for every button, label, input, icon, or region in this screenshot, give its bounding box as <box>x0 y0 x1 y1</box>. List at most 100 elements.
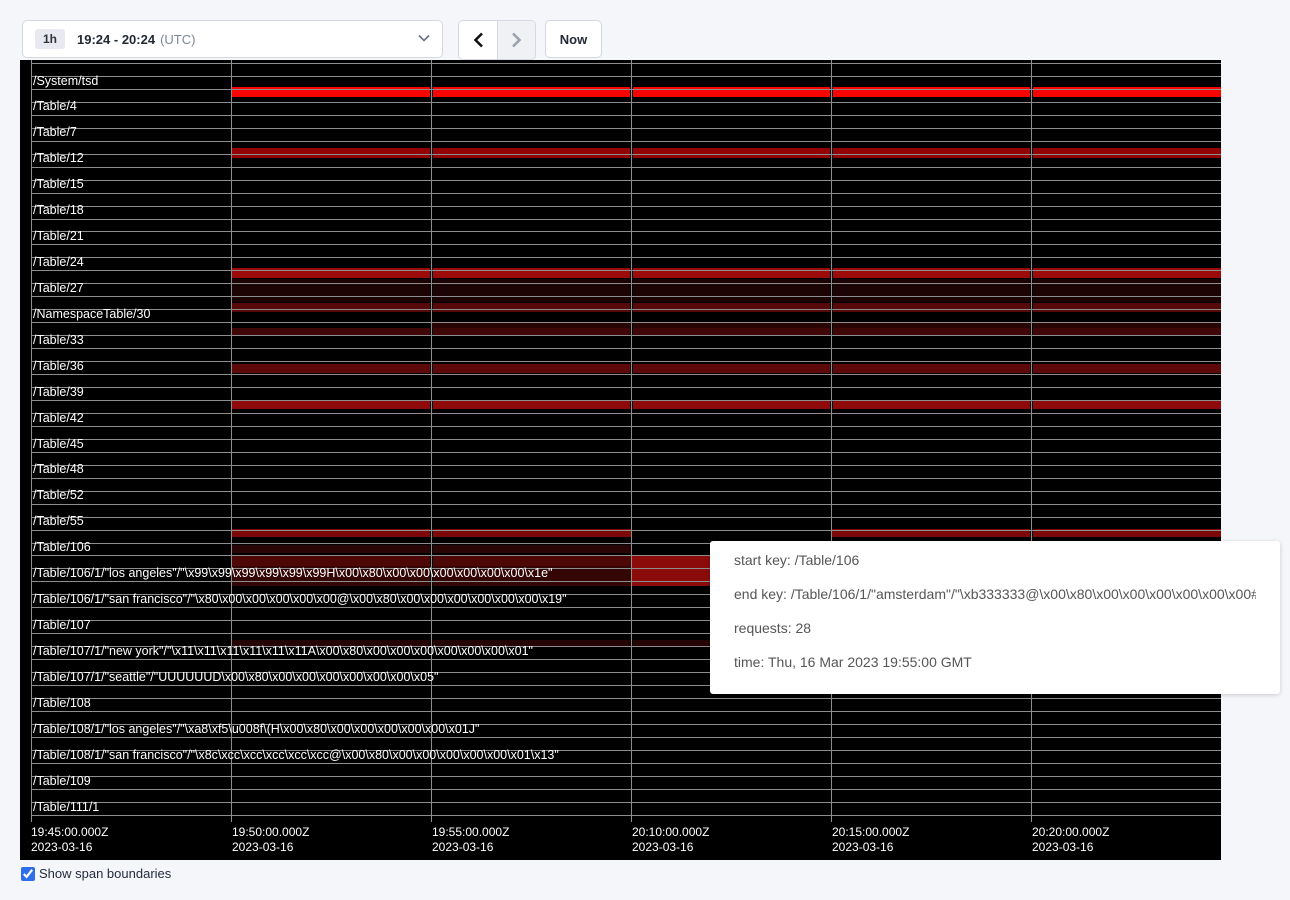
heat-band[interactable] <box>633 401 830 409</box>
heat-band[interactable] <box>433 545 632 553</box>
span-tooltip: start key: /Table/106 end key: /Table/10… <box>710 541 1280 694</box>
span-boundary-line <box>31 283 1221 284</box>
span-row-label: /Table/42 <box>33 411 84 425</box>
span-row-label: /Table/106/1/"san francisco"/"\x80\x00\x… <box>33 592 567 606</box>
span-boundary-line <box>31 361 1221 362</box>
span-boundary-line <box>31 763 1221 764</box>
heat-band[interactable] <box>231 556 430 566</box>
span-row-label: /Table/108 <box>33 696 91 710</box>
span-row-label: /Table/48 <box>33 462 84 476</box>
span-row-label: /Table/108/1/"san francisco"/"\x8c\xcc\x… <box>33 748 559 762</box>
heat-band[interactable] <box>833 401 1030 409</box>
time-axis-label: 19:45:00.000Z2023-03-16 <box>31 825 108 855</box>
time-nav-group <box>458 20 536 60</box>
span-row-label: /Table/107 <box>33 618 91 632</box>
now-button[interactable]: Now <box>545 20 602 58</box>
time-axis-label: 19:55:00.000Z2023-03-16 <box>432 825 509 855</box>
span-boundary-line <box>31 802 1221 803</box>
span-row-label: /Table/15 <box>33 177 84 191</box>
span-row-label: /NamespaceTable/30 <box>33 307 150 321</box>
heat-band[interactable] <box>833 303 1030 312</box>
span-boundary-line <box>31 89 1221 90</box>
next-time-button[interactable] <box>497 21 535 59</box>
span-boundary-line <box>31 517 1221 518</box>
span-boundary-line <box>31 335 1221 336</box>
heat-band[interactable] <box>433 303 630 312</box>
heat-band[interactable] <box>1033 364 1222 373</box>
time-axis-date: 2023-03-16 <box>632 840 709 855</box>
time-bucket-line <box>831 60 832 822</box>
span-row-label: /Table/27 <box>33 281 84 295</box>
duration-badge: 1h <box>35 29 65 49</box>
span-row-label: /Table/12 <box>33 151 84 165</box>
heat-band[interactable] <box>433 401 630 409</box>
span-boundary-line <box>31 465 1221 466</box>
span-boundary-line <box>31 167 1221 168</box>
span-row-label: /Table/109 <box>33 774 91 788</box>
span-boundary-line <box>31 711 1221 712</box>
span-boundary-line <box>31 815 1221 816</box>
tooltip-time: time: Thu, 16 Mar 2023 19:55:00 GMT <box>734 645 1256 679</box>
time-bucket-line <box>631 60 632 822</box>
time-axis-date: 2023-03-16 <box>832 840 909 855</box>
heat-band[interactable] <box>1033 401 1222 409</box>
span-boundary-line <box>31 400 1221 401</box>
span-row-label: /Table/108/1/"los angeles"/"\xa8\xf5\u00… <box>33 722 480 736</box>
span-boundary-line <box>31 102 1221 103</box>
span-row-label: /Table/36 <box>33 359 84 373</box>
time-axis-label: 20:20:00.000Z2023-03-16 <box>1032 825 1109 855</box>
span-boundary-line <box>31 270 1221 271</box>
span-boundary-line <box>31 296 1221 297</box>
show-span-boundaries-checkbox[interactable] <box>21 867 35 881</box>
heat-band[interactable] <box>633 364 830 373</box>
span-boundary-line <box>31 530 1221 531</box>
span-boundary-line <box>31 309 1221 310</box>
time-bucket-line <box>31 60 32 822</box>
heat-band[interactable] <box>433 364 630 373</box>
span-boundary-line <box>31 206 1221 207</box>
heat-band[interactable] <box>1033 303 1222 312</box>
time-range-dropdown[interactable]: 1h 19:24 - 20:24 (UTC) <box>22 20 443 58</box>
span-boundary-line <box>31 413 1221 414</box>
span-boundary-line <box>31 322 1221 323</box>
heat-band[interactable] <box>833 364 1030 373</box>
heat-band[interactable] <box>231 545 430 553</box>
span-boundary-line <box>31 257 1221 258</box>
span-row-label: /Table/21 <box>33 229 84 243</box>
span-row-label: /System/tsd <box>33 74 98 88</box>
span-row-label: /Table/18 <box>33 203 84 217</box>
span-boundary-line <box>31 387 1221 388</box>
time-range-label: 19:24 - 20:24 <box>77 32 155 47</box>
heat-band[interactable] <box>633 303 830 312</box>
show-span-boundaries-label: Show span boundaries <box>39 866 171 881</box>
span-boundary-line <box>31 776 1221 777</box>
tooltip-end-key: end key: /Table/106/1/"amsterdam"/"\xb33… <box>734 577 1256 611</box>
prev-time-button[interactable] <box>459 21 497 59</box>
chevron-down-icon <box>418 33 430 45</box>
span-boundary-line <box>31 128 1221 129</box>
heat-band[interactable] <box>433 556 632 566</box>
heat-band[interactable] <box>231 401 430 409</box>
span-row-label: /Table/52 <box>33 488 84 502</box>
span-boundary-line <box>31 154 1221 155</box>
span-boundary-line <box>31 193 1221 194</box>
span-boundary-line <box>31 219 1221 220</box>
span-boundary-line <box>31 63 1221 64</box>
span-row-label: /Table/107/1/"seattle"/"UUUUUUD\x00\x80\… <box>33 670 438 684</box>
time-axis-label: 20:15:00.000Z2023-03-16 <box>832 825 909 855</box>
time-axis-date: 2023-03-16 <box>232 840 309 855</box>
key-visualizer-canvas[interactable]: /System/tsd/Table/4/Table/7/Table/12/Tab… <box>20 60 1221 860</box>
span-row-label: /Table/107/1/"new york"/"\x11\x11\x11\x1… <box>33 644 533 658</box>
tooltip-start-key: start key: /Table/106 <box>734 543 1256 577</box>
time-axis-date: 2023-03-16 <box>432 840 509 855</box>
heat-band[interactable] <box>231 303 430 312</box>
span-boundary-line <box>31 426 1221 427</box>
span-row-label: /Table/7 <box>33 125 77 139</box>
heat-band[interactable] <box>231 364 430 373</box>
span-boundary-line <box>31 491 1221 492</box>
span-boundary-line <box>31 789 1221 790</box>
span-row-label: /Table/39 <box>33 385 84 399</box>
span-boundary-line <box>31 374 1221 375</box>
footer: Show span boundaries <box>21 866 171 881</box>
span-row-label: /Table/106 <box>33 540 91 554</box>
